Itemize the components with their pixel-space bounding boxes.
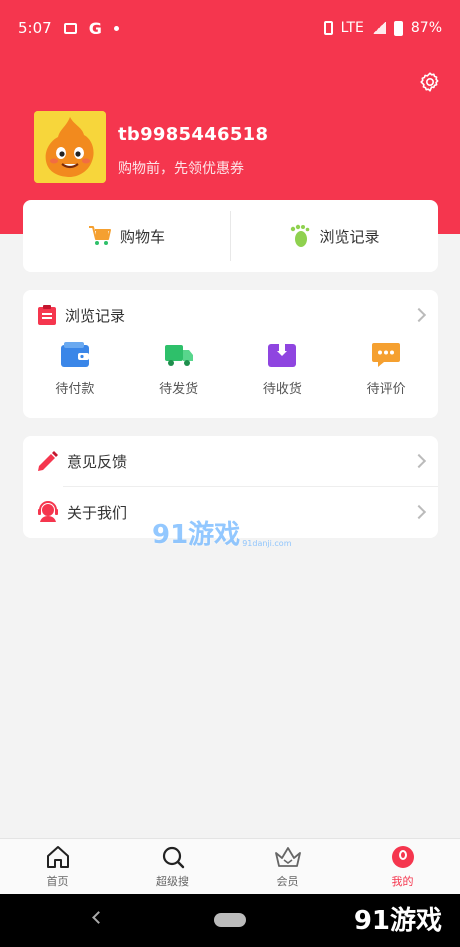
comment-icon <box>372 343 401 367</box>
tab-mine-label: 我的 <box>391 874 414 888</box>
profile-tagline: 购物前，先领优惠券 <box>118 161 244 177</box>
clipboard-icon <box>38 305 56 325</box>
order-pending-payment[interactable]: 待付款 <box>23 342 127 397</box>
order-pending-review-label: 待评价 <box>366 382 406 397</box>
footprint-icon <box>291 224 310 247</box>
about-label: 关于我们 <box>67 503 128 522</box>
order-pending-shipment-label: 待发货 <box>159 382 199 397</box>
order-pending-receipt-label: 待收货 <box>262 382 302 397</box>
orders-title: 浏览记录 <box>65 306 126 325</box>
orders-header-row[interactable]: 浏览记录 <box>23 290 438 340</box>
watermark: 91游戏 91danji.com <box>152 512 292 552</box>
network-label: LTE <box>340 20 364 36</box>
cart-label: 购物车 <box>119 227 165 246</box>
watermark-url: 91danji.com <box>242 538 292 548</box>
home-icon <box>46 845 69 868</box>
gear-icon[interactable] <box>418 70 442 94</box>
mascot-avatar-icon <box>34 111 106 183</box>
search-icon <box>162 846 184 868</box>
orders-card: 浏览记录 待付款 待发货 待收货 待评价 <box>23 290 438 418</box>
quick-links-card: 购物车 浏览记录 <box>23 200 438 272</box>
home-pill[interactable] <box>214 913 246 927</box>
corner-watermark-text: 91游戏 <box>353 906 442 936</box>
chevron-right-icon <box>411 504 427 520</box>
image-icon <box>63 22 77 34</box>
pencil-icon <box>38 451 58 471</box>
wallet-icon <box>60 342 89 367</box>
status-bar: 5:07 G LTE 87% <box>0 0 460 56</box>
crown-icon <box>274 846 301 867</box>
chevron-right-icon <box>411 453 427 469</box>
order-pending-shipment[interactable]: 待发货 <box>127 342 231 397</box>
history-link[interactable]: 浏览记录 <box>231 200 438 272</box>
battery-level: 87% <box>410 20 442 36</box>
support-agent-icon <box>38 501 58 522</box>
tab-home[interactable]: 首页 <box>0 839 115 894</box>
order-pending-payment-label: 待付款 <box>55 382 95 397</box>
order-pending-receipt[interactable]: 待收货 <box>231 342 335 397</box>
google-icon: G <box>88 18 102 38</box>
shopping-cart-icon <box>88 226 111 245</box>
signal-icon <box>371 22 386 34</box>
chevron-right-icon <box>411 307 427 323</box>
feedback-label: 意见反馈 <box>67 452 128 471</box>
order-pending-review[interactable]: 待评价 <box>334 342 438 397</box>
username: tb9985446518 <box>118 124 269 145</box>
tab-super-search[interactable]: 超级搜 <box>115 839 230 894</box>
profile-icon <box>391 845 414 868</box>
system-nav-bar: 91游戏 <box>0 894 460 947</box>
watermark-text: 91游戏 <box>152 519 241 550</box>
truck-icon <box>164 345 193 366</box>
tab-home-label: 首页 <box>46 874 69 888</box>
tab-membership-label: 会员 <box>276 874 299 888</box>
tab-super-search-label: 超级搜 <box>156 874 189 888</box>
tab-membership[interactable]: 会员 <box>230 839 345 894</box>
tab-mine[interactable]: 我的 <box>345 839 460 894</box>
battery-icon <box>393 20 403 36</box>
feedback-row[interactable]: 意见反馈 <box>23 436 438 486</box>
vibrate-icon <box>323 21 333 35</box>
status-time: 5:07 <box>18 19 52 37</box>
back-icon[interactable] <box>92 911 105 924</box>
cart-link[interactable]: 购物车 <box>23 200 230 272</box>
order-status-list: 待付款 待发货 待收货 待评价 <box>23 340 438 397</box>
history-label: 浏览记录 <box>319 227 380 246</box>
avatar[interactable] <box>34 111 106 183</box>
dot-icon <box>113 25 119 31</box>
bottom-tab-bar: 首页 超级搜 会员 我的 <box>0 838 460 894</box>
package-icon <box>268 344 297 367</box>
corner-watermark: 91游戏 <box>354 900 442 937</box>
